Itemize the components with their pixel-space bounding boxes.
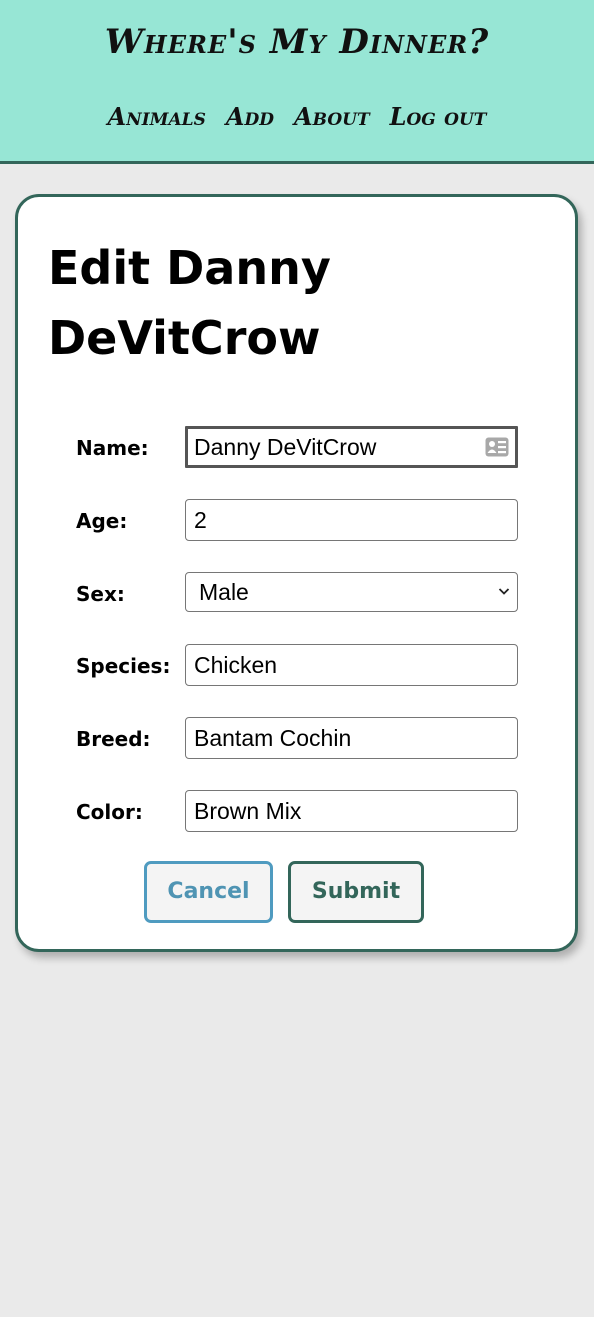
- form-row-name: Name: Danny DeVitCrow: [76, 426, 521, 468]
- form-row-color: Color: Brown Mix: [76, 790, 521, 832]
- form-row-species: Species: Chicken: [76, 644, 521, 686]
- color-value: Brown Mix: [194, 798, 302, 824]
- site-header: Where's My Dinner? Animals Add About Log…: [0, 0, 594, 164]
- name-value: Danny DeVitCrow: [194, 434, 377, 460]
- form-row-age: Age: 2: [76, 499, 521, 541]
- sex-value: Male: [199, 579, 249, 605]
- form-row-sex: Sex: Male: [76, 572, 521, 614]
- age-label: Age:: [76, 509, 128, 533]
- chevron-down-icon: [498, 588, 510, 595]
- sex-select[interactable]: Male: [185, 572, 518, 612]
- nav-link-about[interactable]: About: [294, 102, 370, 131]
- breed-input[interactable]: Bantam Cochin: [185, 717, 518, 759]
- name-input[interactable]: Danny DeVitCrow: [185, 426, 518, 468]
- site-title: Where's My Dinner?: [104, 22, 490, 62]
- submit-button[interactable]: Submit: [288, 861, 424, 923]
- age-input[interactable]: 2: [185, 499, 518, 541]
- age-value: 2: [194, 507, 207, 533]
- edit-animal-card: Edit Danny DeVitCrow Name: Danny DeVitCr…: [15, 194, 578, 952]
- color-input[interactable]: Brown Mix: [185, 790, 518, 832]
- cancel-button[interactable]: Cancel: [144, 861, 273, 923]
- species-value: Chicken: [194, 652, 278, 678]
- page-title: Edit Danny DeVitCrow: [48, 241, 331, 365]
- sex-label: Sex:: [76, 582, 125, 606]
- form-row-breed: Breed: Bantam Cochin: [76, 717, 521, 759]
- species-input[interactable]: Chicken: [185, 644, 518, 686]
- nav-link-logout[interactable]: Log out: [390, 102, 487, 131]
- nav-link-add[interactable]: Add: [226, 102, 274, 131]
- main-nav: Animals Add About Log out: [0, 102, 594, 131]
- breed-value: Bantam Cochin: [194, 725, 352, 751]
- nav-link-animals[interactable]: Animals: [108, 102, 206, 131]
- name-label: Name:: [76, 436, 149, 460]
- species-label: Species:: [76, 654, 171, 678]
- color-label: Color:: [76, 800, 143, 824]
- contact-card-icon[interactable]: [485, 437, 509, 457]
- breed-label: Breed:: [76, 727, 151, 751]
